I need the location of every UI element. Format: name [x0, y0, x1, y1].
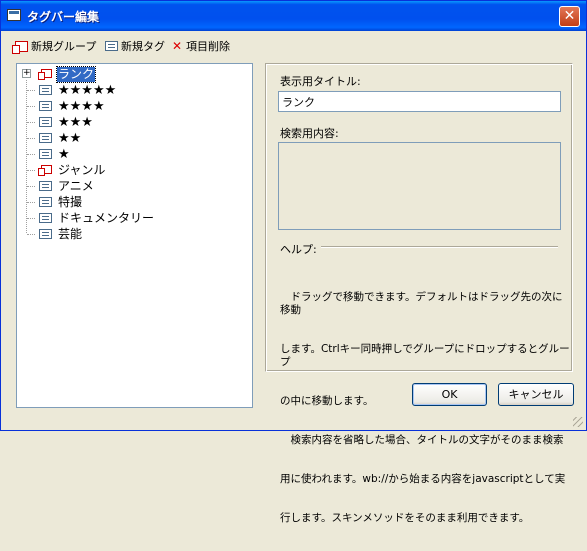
tag-icon — [39, 101, 52, 111]
delete-item-button[interactable]: ✕ 項目削除 — [171, 38, 230, 54]
tree-node[interactable]: ★★★★★ — [17, 82, 247, 98]
tree-node-label: ★ — [58, 146, 70, 162]
tree-node-label: 特撮 — [58, 194, 83, 209]
toolbar: 新規グループ 新規タグ ✕ 項目削除 — [7, 35, 580, 57]
tree-node-label: 芸能 — [58, 226, 83, 241]
group-icon — [12, 40, 28, 54]
tree-connector — [27, 106, 35, 107]
tree-connector — [27, 186, 35, 187]
tree-node-label: ランク — [55, 65, 97, 83]
tag-icon — [39, 229, 52, 239]
dialog-window: タグバー編集 ✕ 新規グループ 新規タグ ✕ 項目削除 + ランク ★★★★★ ★… — [0, 0, 587, 524]
tag-icon — [39, 117, 52, 127]
tree-connector — [27, 170, 35, 171]
tag-icon — [39, 181, 52, 191]
expand-toggle[interactable]: + — [22, 69, 31, 78]
tree-node-label: ★★★ — [58, 114, 93, 130]
group-icon — [38, 69, 52, 80]
window-title: タグバー編集 — [27, 10, 100, 24]
help-header: ヘルプ: — [280, 243, 317, 256]
tree-node[interactable]: アニメ — [17, 178, 247, 194]
tag-icon — [39, 133, 52, 143]
tree-node-label: アニメ — [58, 178, 94, 193]
resize-grip[interactable] — [573, 417, 583, 427]
tree-connector — [27, 90, 35, 91]
help-line: します。Ctrlキー同時押しでグループにドロップするとグループ — [280, 343, 570, 368]
delete-item-label: 項目削除 — [186, 40, 230, 53]
help-divider — [321, 246, 558, 248]
tag-icon — [39, 85, 52, 95]
new-group-button[interactable]: 新規グループ — [12, 38, 97, 54]
search-content-label: 検索用内容: — [280, 127, 339, 140]
new-tag-label: 新規タグ — [121, 40, 165, 53]
help-line: 用に使われます。wb://から始まる内容をjavascriptとして実 — [280, 473, 566, 485]
tree-connector — [27, 218, 35, 219]
tag-icon — [39, 149, 52, 159]
tree-node[interactable]: ★★★ — [17, 114, 247, 130]
tree-connector — [27, 138, 35, 139]
tree-node[interactable]: ★★ — [17, 130, 247, 146]
tree-node[interactable]: ★★★★ — [17, 98, 247, 114]
tag-tree[interactable]: + ランク ★★★★★ ★★★★ ★★★ ★★ ★ ジャンル アニメ 特撮 ドキュメンタリー 芸能 — [16, 63, 253, 408]
new-group-label: 新規グループ — [31, 40, 97, 53]
tree-connector — [27, 234, 35, 235]
close-button[interactable]: ✕ — [559, 6, 580, 27]
tree-node-rank[interactable]: + ランク — [17, 65, 247, 83]
cancel-button[interactable]: キャンセル — [498, 383, 574, 406]
display-title-label: 表示用タイトル: — [280, 75, 361, 88]
help-line: 行します。スキンメソッドをそのまま利用できます。 — [280, 512, 530, 524]
help-line: 検索内容を省略した場合、タイトルの文字がそのまま検索 — [280, 434, 564, 446]
tree-node[interactable]: 芸能 — [17, 226, 247, 242]
tree-node[interactable]: ドキュメンタリー — [17, 210, 247, 226]
tree-node[interactable]: 特撮 — [17, 194, 247, 210]
tree-connector — [27, 154, 35, 155]
display-title-input[interactable]: ランク — [278, 91, 561, 112]
new-tag-button[interactable]: 新規タグ — [105, 38, 165, 54]
delete-icon: ✕ — [171, 39, 183, 53]
tree-node-label: ジャンル — [58, 162, 106, 177]
help-text: ドラッグで移動できます。デフォルトはドラッグ先の次に移動 します。Ctrlキー同… — [280, 265, 570, 551]
tree-node[interactable]: ジャンル — [17, 162, 247, 178]
tree-connector — [27, 202, 35, 203]
ok-button[interactable]: OK — [412, 383, 487, 406]
tree-node-label: ★★ — [58, 130, 82, 146]
tag-icon — [105, 41, 118, 51]
tree-node-label: ★★★★ — [58, 98, 105, 114]
tree-node-label: ドキュメンタリー — [58, 210, 155, 225]
help-line: ドラッグで移動できます。デフォルトはドラッグ先の次に移動 — [280, 291, 563, 316]
window-icon — [7, 9, 21, 21]
tree-node-label: ★★★★★ — [58, 82, 117, 98]
title-bar[interactable]: タグバー編集 ✕ — [1, 1, 586, 31]
tag-icon — [39, 197, 52, 207]
tree-connector — [27, 122, 35, 123]
tag-icon — [39, 213, 52, 223]
tree-node[interactable]: ★ — [17, 146, 247, 162]
group-icon — [38, 165, 52, 176]
search-content-textarea[interactable] — [278, 142, 561, 230]
